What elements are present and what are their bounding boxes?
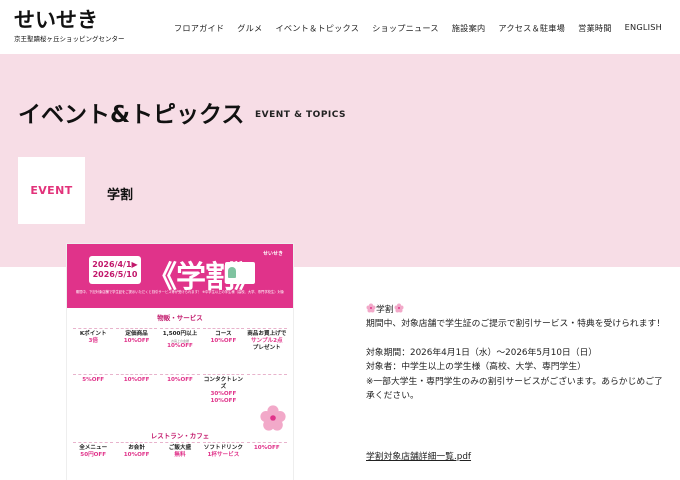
category-label: EVENT [30,184,73,197]
sakura-flower-icon [394,303,404,313]
sakura-flower-icon [366,303,376,313]
cell-offer: 10%OFF [253,445,280,451]
flyer-cell: 商品お買上げで サンプル2点 プレゼント [246,328,287,372]
cell-offer: 10%OFF [123,338,150,344]
cell-offer: 5%OFF [82,377,105,383]
pdf-download-link[interactable]: 学割対象店舗詳細一覧.pdf [366,449,471,462]
cell-title: 定価商品 [125,331,148,337]
cell-title: Kポイント [79,331,107,337]
cell-offer: サンプル2点 [250,338,283,344]
site-logo[interactable]: せいせき 京王聖蹟桜ヶ丘ショッピングセンター [14,9,125,43]
logo-main-text: せいせき [14,8,98,32]
nav-floor-guide[interactable]: フロアガイド [174,22,224,34]
flyer-restaurant-grid: 全メニュー 50円OFF お会計 10%OFF ご飯大盛 無料 ソフトドリンク 1杯サー… [73,442,287,480]
cell-offer-2: 10%OFF [210,398,237,404]
flyer-cell: 定価商品 10%OFF [116,328,157,372]
flyer-date: 2026/4/1▶ 2026/5/10 [89,256,141,284]
cell-note: プレゼント [252,345,281,351]
flyer-cell: 10%OFF [116,374,157,418]
post-title: 学割 [107,188,134,203]
flyer-cell: 10%OFF [159,374,201,418]
flyer-cell: ご飯大盛 無料 [159,442,201,480]
cell-title: ご飯大盛 [168,445,192,451]
flyer-description: 期間中、下記対象店舗で学生証をご提示いただくと割引サービス等が受けられます！ ※… [75,290,285,294]
flyer-goods-grid: Kポイント 3倍 定価商品 10%OFF 1,500円以上 お買上の金額 10%OFF … [73,328,287,418]
cell-offer: 50円OFF [80,452,107,458]
cell-offer: 30%OFF [210,391,237,397]
nav-access-parking[interactable]: アクセス＆駐車場 [498,22,565,34]
article-period: 対象期間：2026年4月1日（水）〜2026年5月10日（日） [366,347,598,358]
flyer-date-end: 2026/5/10 [92,270,138,279]
nav-shop-news[interactable]: ショップニュース [372,22,439,34]
cell-title: 全メニュー [79,445,108,451]
flyer-cell: 5%OFF [73,374,114,418]
cell-offer: 無料 [174,452,186,458]
page-title: イベント&トピックス [18,102,245,128]
cell-title: 1,500円以上 [162,331,198,337]
flyer-logo: せいせき [263,251,284,257]
cell-offer: 1杯サービス [207,452,240,458]
nav-events-topics[interactable]: イベント＆トピックス [275,22,359,34]
page-title-en: EVENT & TOPICS [255,110,347,120]
article-target: 対象者：中学生以上の学生様（高校、大学、専門学生） [366,362,586,373]
event-flyer-image: 2026/4/1▶ 2026/5/10 《学割》 せいせき 期間中、下記対象店舗… [67,244,293,480]
cell-offer: 10%OFF [123,452,150,458]
cell-offer: 10%OFF [210,338,237,344]
article-intro: 期間中、対象店舗で学生証のご提示で割引サービス・特典を受けられます！ [366,319,666,330]
cell-offer: 10%OFF [123,377,150,383]
cell-title: コース [215,331,232,337]
student-card-icon [225,262,255,284]
nav-english[interactable]: ENGLISH [625,22,662,34]
sakura-flower-icon [260,405,286,431]
article-body: 学割 期間中、対象店舗で学生証のご提示で割引サービス・特典を受けられます！ 対象… [366,303,666,403]
flyer-cell: Kポイント 3倍 [73,328,114,372]
logo-sub-text: 京王聖蹟桜ヶ丘ショッピングセンター [14,35,125,43]
page-hero-band [0,54,680,267]
flyer-section-restaurant: レストラン・カフェ [150,432,210,440]
flyer-cell: ソフトドリンク 1杯サービス [203,442,244,480]
cell-title: コンタクトレンズ [203,377,243,390]
flyer-cell: 全メニュー 50円OFF [73,442,114,480]
flyer-section-goods: 物販・サービス [157,314,203,322]
nav-facility-info[interactable]: 施設案内 [452,22,486,34]
nav-business-hours[interactable]: 営業時間 [578,22,612,34]
cell-title: お会計 [128,445,145,451]
article-heading-line: 学割 [366,303,666,317]
flyer-cell: コース 10%OFF [203,328,244,372]
article-heading: 学割 [376,305,394,315]
cell-offer: 10%OFF [167,377,193,383]
cell-offer: 3倍 [88,338,98,344]
nav-gourmet[interactable]: グルメ [237,22,262,34]
flyer-cell: 1,500円以上 お買上の金額 10%OFF [159,328,201,372]
site-header: せいせき 京王聖蹟桜ヶ丘ショッピングセンター フロアガイド グルメ イベント＆ト… [0,0,680,54]
flyer-cell: コンタクトレンズ 30%OFF 10%OFF [203,374,244,418]
global-nav: フロアガイド グルメ イベント＆トピックス ショップニュース 施設案内 アクセス… [161,22,662,34]
flyer-cell: 10%OFF [246,442,287,480]
cell-title: 商品お買上げで [247,331,287,337]
category-badge: EVENT [18,157,85,224]
article-note: ※一部大学生・専門学生のみの割引サービスがございます。あらかじめご了承ください。 [366,376,663,402]
flyer-date-start: 2026/4/1▶ [92,260,138,269]
cell-title: ソフトドリンク [203,445,243,451]
flyer-cell: お会計 10%OFF [116,442,157,480]
cell-offer: 10%OFF [167,343,193,349]
